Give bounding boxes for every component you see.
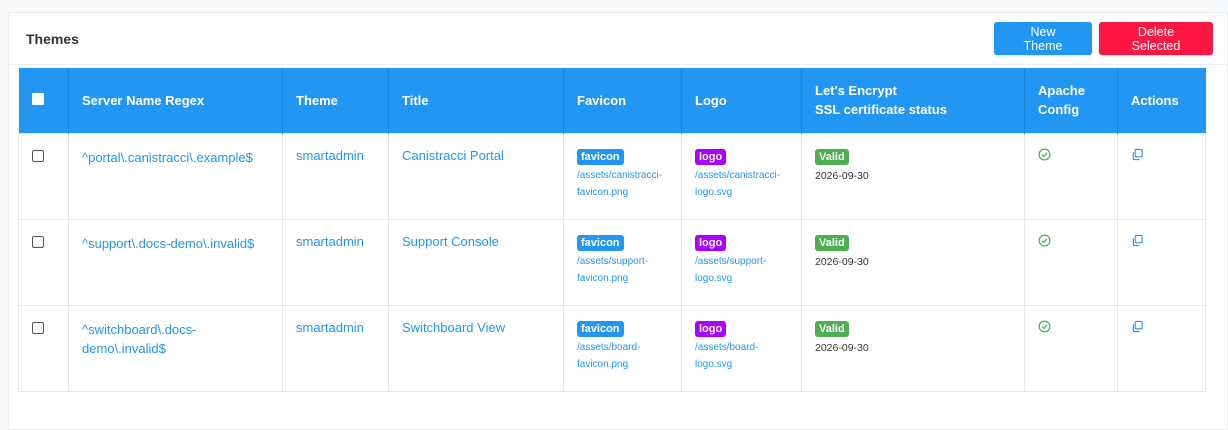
favicon-path-link[interactable]: /assets/canistracci-favicon.png [577, 167, 668, 201]
ssl-cell: Valid 2026-09-30 [801, 304, 1025, 392]
row-checkbox[interactable] [32, 321, 44, 334]
column-header-line: Let's Encrypt [815, 83, 897, 99]
themes-table: Server Name Regex Theme Title Favicon Lo… [18, 68, 1206, 392]
select-cell [18, 132, 69, 220]
theme-link[interactable]: smartadmin [282, 304, 389, 392]
favicon-cell: favicon /assets/board-favicon.png [563, 304, 682, 392]
ssl-status-badge: Valid [815, 320, 849, 337]
favicon-badge: favicon [577, 148, 624, 165]
logo-badge: logo [695, 234, 727, 251]
column-header-line: SSL certificate status [815, 102, 947, 118]
column-header[interactable]: Logo [681, 68, 802, 133]
apache-config-cell [1024, 304, 1118, 392]
table-row: ^switchboard\.docs-demo\.invalid$ smarta… [18, 304, 1206, 392]
favicon-path-link[interactable]: /assets/board-favicon.png [577, 339, 668, 373]
copy-icon[interactable] [1131, 234, 1144, 250]
ssl-expiry-date: 2026-09-30 [815, 255, 869, 268]
actions-cell [1117, 132, 1206, 220]
favicon-path-link[interactable]: /assets/support-favicon.png [577, 253, 668, 287]
table-row: ^support\.docs-demo\.invalid$ smartadmin… [18, 218, 1206, 306]
ssl-cell: Valid 2026-09-30 [801, 132, 1025, 220]
check-circle-icon [1038, 148, 1051, 164]
logo-path-link[interactable]: /assets/board-logo.svg [695, 339, 788, 373]
row-checkbox[interactable] [32, 235, 44, 248]
column-header-line: Apache [1038, 83, 1085, 99]
logo-path-link[interactable]: /assets/canistracci-logo.svg [695, 167, 788, 201]
select-all-header[interactable] [19, 68, 69, 133]
select-cell [18, 218, 69, 306]
delete-selected-button[interactable]: Delete Selected [1099, 22, 1213, 55]
select-all-checkbox[interactable] [31, 92, 44, 105]
ssl-status-badge: Valid [815, 234, 849, 251]
column-header[interactable]: Let's Encrypt SSL certificate status [801, 68, 1025, 133]
server-regex-link[interactable]: ^portal\.canistracci\.example$ [68, 132, 283, 220]
title-link[interactable]: Support Console [388, 218, 564, 306]
column-header[interactable]: Favicon [563, 68, 682, 133]
favicon-cell: favicon /assets/canistracci-favicon.png [563, 132, 682, 220]
favicon-badge: favicon [577, 234, 624, 251]
ssl-expiry-date: 2026-09-30 [815, 341, 869, 354]
table-row: ^portal\.canistracci\.example$ smartadmi… [18, 132, 1206, 220]
column-header[interactable]: Title [388, 68, 564, 133]
select-cell [18, 304, 69, 392]
logo-badge: logo [695, 148, 727, 165]
ssl-status-badge: Valid [815, 148, 849, 165]
actions-cell [1117, 218, 1206, 306]
logo-cell: logo /assets/support-logo.svg [681, 218, 802, 306]
favicon-cell: favicon /assets/support-favicon.png [563, 218, 682, 306]
theme-link[interactable]: smartadmin [282, 132, 389, 220]
logo-cell: logo /assets/board-logo.svg [681, 304, 802, 392]
column-header-line: Config [1038, 102, 1080, 118]
logo-path-link[interactable]: /assets/support-logo.svg [695, 253, 788, 287]
server-regex-link[interactable]: ^support\.docs-demo\.invalid$ [68, 218, 283, 306]
theme-link[interactable]: smartadmin [282, 218, 389, 306]
column-header[interactable]: Apache Config [1024, 68, 1118, 133]
logo-badge: logo [695, 320, 727, 337]
table-header-row: Server Name Regex Theme Title Favicon Lo… [18, 68, 1206, 133]
column-header[interactable]: Server Name Regex [68, 68, 283, 133]
column-header[interactable]: Actions [1117, 68, 1206, 133]
title-link[interactable]: Switchboard View [388, 304, 564, 392]
page-title: Themes [26, 30, 79, 47]
copy-icon[interactable] [1131, 148, 1144, 164]
ssl-expiry-date: 2026-09-30 [815, 169, 869, 182]
row-checkbox[interactable] [32, 149, 44, 162]
apache-config-cell [1024, 218, 1118, 306]
check-circle-icon [1038, 320, 1051, 336]
actions-cell [1117, 304, 1206, 392]
new-theme-button[interactable]: New Theme [994, 22, 1092, 55]
logo-cell: logo /assets/canistracci-logo.svg [681, 132, 802, 220]
card-header: Themes New Theme Delete Selected [9, 13, 1227, 65]
copy-icon[interactable] [1131, 320, 1144, 336]
favicon-badge: favicon [577, 320, 624, 337]
server-regex-link[interactable]: ^switchboard\.docs-demo\.invalid$ [68, 304, 283, 392]
check-circle-icon [1038, 234, 1051, 250]
title-link[interactable]: Canistracci Portal [388, 132, 564, 220]
ssl-cell: Valid 2026-09-30 [801, 218, 1025, 306]
apache-config-cell [1024, 132, 1118, 220]
column-header[interactable]: Theme [282, 68, 389, 133]
